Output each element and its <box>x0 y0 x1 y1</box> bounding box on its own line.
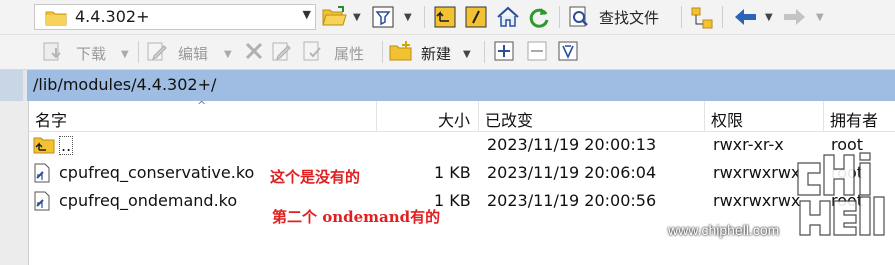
chevron-down-icon[interactable]: ▼ <box>303 8 311 21</box>
select-plus-icon[interactable] <box>494 41 518 63</box>
separator <box>138 41 139 63</box>
table-row[interactable]: cpufreq_conservative.ko 1 KB 2023/11/19 … <box>29 160 895 187</box>
home-icon[interactable] <box>496 6 520 28</box>
file-icon <box>33 191 51 215</box>
separator <box>382 41 383 63</box>
column-divider[interactable] <box>376 101 377 131</box>
column-divider[interactable] <box>704 101 705 131</box>
path-bar: /lib/modules/4.4.302+/ <box>0 70 895 101</box>
sort-ascending-icon: ^ <box>197 99 207 112</box>
chevron-down-icon[interactable]: ▼ <box>404 12 412 23</box>
chevron-down-icon[interactable]: ▼ <box>353 12 361 23</box>
column-name[interactable]: 名字 <box>35 107 67 131</box>
watermark-url: www.chiphell.com <box>668 222 780 238</box>
main-toolbar: 4.4.302+ ▼ ▼ ▼ 查找文件 ▼ ▼ <box>0 0 895 35</box>
refresh-icon[interactable] <box>527 6 551 28</box>
separator <box>424 6 425 28</box>
chevron-down-icon[interactable]: ▼ <box>816 12 824 23</box>
left-panel-edge <box>0 101 29 265</box>
chevron-down-icon[interactable]: ▼ <box>121 49 129 60</box>
filter-icon[interactable] <box>372 6 396 28</box>
properties-icon[interactable] <box>302 40 326 62</box>
current-path[interactable]: /lib/modules/4.4.302+/ <box>27 70 895 101</box>
table-row-parent[interactable]: .. 2023/11/19 20:00:13 rwxr-xr-x root <box>29 132 895 159</box>
column-permissions[interactable]: 权限 <box>711 107 743 131</box>
separator <box>559 6 560 28</box>
file-name: cpufreq_conservative.ko <box>59 163 255 182</box>
separator <box>484 41 485 63</box>
file-modified: 2023/11/19 20:00:56 <box>487 191 657 210</box>
column-divider[interactable] <box>478 101 479 131</box>
chevron-down-icon[interactable]: ▼ <box>224 49 232 60</box>
edit-icon[interactable] <box>146 40 170 62</box>
folder-icon <box>45 9 67 30</box>
column-size[interactable]: 大小 <box>438 107 470 131</box>
chevron-down-icon[interactable]: ▼ <box>463 49 471 60</box>
watermark-logo <box>770 145 890 245</box>
edit-button[interactable]: 编辑 <box>178 43 208 64</box>
new-button[interactable]: 新建 <box>421 43 451 64</box>
annotation-ondemand-present: 第二个 ondemand有的 <box>272 208 441 226</box>
current-path-text: /lib/modules/4.4.302+/ <box>33 75 217 94</box>
annotation-not-present: 这个是没有的 <box>270 168 361 186</box>
open-folder-icon[interactable] <box>322 6 347 28</box>
file-size: 1 KB <box>434 163 471 182</box>
file-name: cpufreq_ondemand.ko <box>59 191 238 210</box>
separator <box>722 6 723 28</box>
download-button[interactable]: 下载 <box>76 43 106 64</box>
location-value: 4.4.302+ <box>75 7 150 26</box>
file-modified: 2023/11/19 20:06:04 <box>487 163 657 182</box>
file-name: .. <box>59 136 74 155</box>
download-icon[interactable] <box>42 40 66 62</box>
file-list-header: 名字 ^ 大小 已改变 权限 拥有者 <box>29 99 895 132</box>
back-arrow-icon[interactable] <box>733 6 757 28</box>
table-row[interactable]: cpufreq_ondemand.ko 1 KB 2023/11/19 20:0… <box>29 188 895 215</box>
chevron-down-icon[interactable]: ▼ <box>765 12 773 23</box>
find-files-icon[interactable] <box>568 6 592 28</box>
column-modified[interactable]: 已改变 <box>485 107 533 131</box>
column-owner[interactable]: 拥有者 <box>830 107 878 131</box>
separator <box>681 6 682 28</box>
rename-icon[interactable] <box>271 40 295 62</box>
properties-button[interactable]: 属性 <box>334 43 364 64</box>
parent-directory-icon[interactable] <box>434 6 458 28</box>
location-combobox[interactable]: 4.4.302+ ▼ <box>34 4 316 30</box>
parent-folder-icon <box>33 135 55 159</box>
path-bar-left-strip <box>0 70 23 101</box>
find-files-button[interactable]: 查找文件 <box>599 7 659 28</box>
new-folder-icon[interactable] <box>389 40 413 62</box>
forward-arrow-icon[interactable] <box>781 6 805 28</box>
invert-selection-icon[interactable] <box>558 41 582 63</box>
select-minus-icon[interactable] <box>527 41 551 63</box>
delete-icon[interactable] <box>243 40 267 62</box>
file-icon <box>33 163 51 187</box>
file-toolbar: 下载 ▼ 编辑 ▼ 属性 新建 ▼ <box>0 35 895 70</box>
file-modified: 2023/11/19 20:00:13 <box>487 135 657 154</box>
column-divider[interactable] <box>823 101 824 131</box>
tree-view-icon[interactable] <box>690 6 714 29</box>
root-directory-icon[interactable] <box>465 6 489 28</box>
